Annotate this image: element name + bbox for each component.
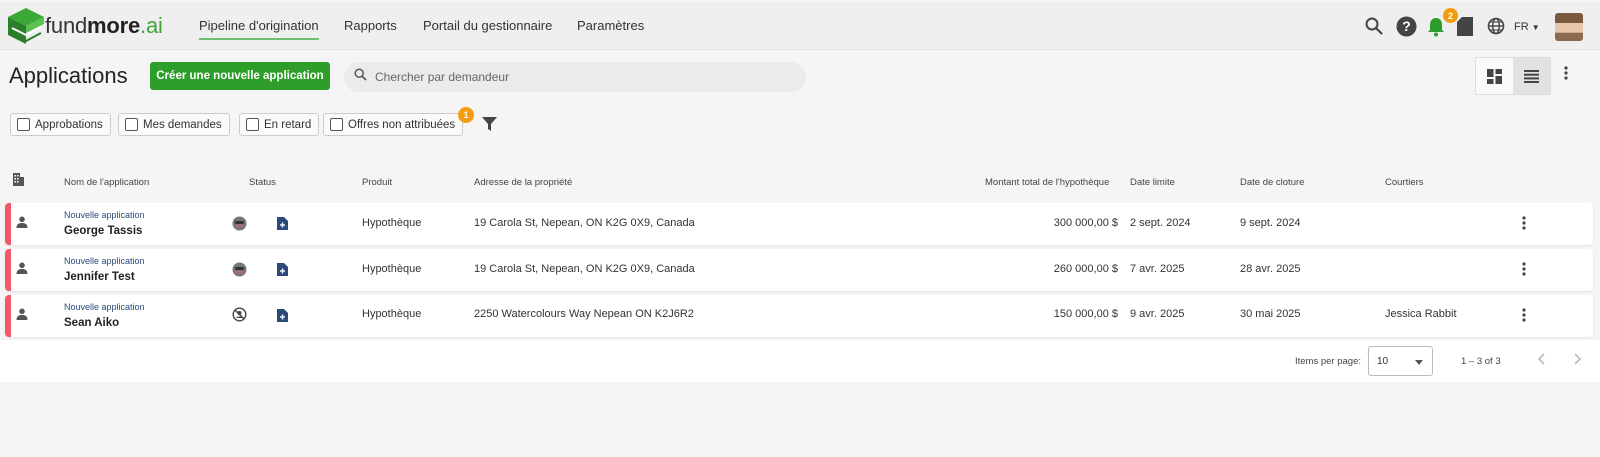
svg-text:?: ? bbox=[1402, 18, 1411, 34]
column-header-closing[interactable]: Date de cloture bbox=[1240, 177, 1304, 188]
top-navigation: fundmore.ai Pipeline d'origination Rappo… bbox=[0, 2, 1600, 50]
document-add-icon[interactable] bbox=[277, 309, 288, 325]
table-row[interactable]: Nouvelle application Sean Aiko Hypothèqu… bbox=[5, 295, 1593, 337]
search-icon[interactable] bbox=[1364, 16, 1384, 36]
filter-count-badge: 1 bbox=[458, 107, 474, 123]
chip-label: Approbations bbox=[35, 118, 103, 131]
closing-date: 28 avr. 2025 bbox=[1240, 263, 1301, 275]
items-per-page-value: 10 bbox=[1377, 356, 1389, 367]
chip-label: Mes demandes bbox=[143, 118, 222, 131]
pagination-range: 1 – 3 of 3 bbox=[1461, 356, 1501, 367]
board-view-icon[interactable] bbox=[1476, 58, 1513, 94]
page-title: Applications bbox=[9, 63, 128, 88]
create-application-button[interactable]: Créer une nouvelle application bbox=[150, 62, 330, 90]
column-header-name[interactable]: Nom de l'application bbox=[64, 177, 149, 188]
person-icon bbox=[16, 216, 28, 231]
row-actions-icon[interactable] bbox=[1522, 216, 1526, 235]
next-page-icon[interactable] bbox=[1573, 352, 1582, 371]
search-bar[interactable] bbox=[344, 62, 806, 92]
property-address: 19 Carola St, Nepean, ON K2G 0X9, Canada bbox=[474, 217, 695, 229]
filter-chip-en-retard[interactable]: En retard bbox=[239, 113, 320, 136]
application-stage: Nouvelle application bbox=[64, 302, 145, 312]
application-name[interactable]: George Tassis bbox=[64, 225, 142, 237]
nav-portail-gestionnaire[interactable]: Portail du gestionnaire bbox=[423, 18, 552, 33]
filter-chip-offres-non-attribuees[interactable]: Offres non attribuées bbox=[323, 113, 464, 136]
row-actions-icon[interactable] bbox=[1522, 262, 1526, 281]
logo-wordmark: fundmore.ai bbox=[45, 13, 163, 38]
chip-label: En retard bbox=[264, 118, 312, 131]
row-actions-icon[interactable] bbox=[1522, 308, 1526, 327]
mortgage-amount: 150 000,00 $ bbox=[1053, 308, 1118, 320]
filter-chip-mes-demandes[interactable]: Mes demandes bbox=[118, 113, 230, 136]
column-header-product[interactable]: Produit bbox=[362, 177, 392, 188]
deadline-date: 9 avr. 2025 bbox=[1130, 308, 1185, 320]
application-stage: Nouvelle application bbox=[64, 210, 145, 220]
column-header-status[interactable]: Status bbox=[249, 177, 276, 188]
deadline-date: 2 sept. 2024 bbox=[1130, 217, 1191, 229]
nav-pipeline[interactable]: Pipeline d'origination bbox=[199, 18, 319, 40]
mortgage-amount: 260 000,00 $ bbox=[1053, 263, 1118, 275]
globe-icon[interactable] bbox=[1487, 17, 1505, 35]
help-icon[interactable]: ? bbox=[1395, 15, 1417, 37]
application-stage: Nouvelle application bbox=[64, 256, 145, 266]
product: Hypothèque bbox=[362, 217, 422, 229]
checkbox[interactable] bbox=[17, 118, 30, 131]
broker: Jessica Rabbit bbox=[1385, 308, 1457, 320]
filter-funnel-icon[interactable] bbox=[482, 117, 497, 136]
search-input[interactable] bbox=[375, 70, 775, 84]
dropdown-arrow-icon bbox=[1415, 360, 1423, 365]
unassigned-icon bbox=[232, 307, 247, 325]
mortgage-amount: 300 000,00 $ bbox=[1053, 217, 1118, 229]
deadline-date: 7 avr. 2025 bbox=[1130, 263, 1185, 275]
more-options-icon[interactable] bbox=[1564, 66, 1568, 85]
chevron-down-icon: ▼ bbox=[1531, 23, 1540, 32]
checkbox[interactable] bbox=[246, 118, 259, 131]
product: Hypothèque bbox=[362, 263, 422, 275]
column-header-address[interactable]: Adresse de la propriété bbox=[474, 177, 572, 188]
language-selector[interactable]: FR ▼ bbox=[1514, 21, 1540, 33]
filter-chip-approbations[interactable]: Approbations bbox=[10, 113, 111, 136]
person-icon bbox=[16, 308, 28, 323]
application-name[interactable]: Jennifer Test bbox=[64, 271, 135, 283]
column-header-amount[interactable]: Montant total de l'hypothèque bbox=[985, 177, 1109, 188]
status-avatar-icon bbox=[232, 262, 247, 280]
nav-rapports[interactable]: Rapports bbox=[344, 18, 397, 33]
product: Hypothèque bbox=[362, 308, 422, 320]
table-row[interactable]: Nouvelle application George Tassis Hypot… bbox=[5, 203, 1593, 245]
column-header-deadline[interactable]: Date limite bbox=[1130, 177, 1175, 188]
closing-date: 30 mai 2025 bbox=[1240, 308, 1301, 320]
status-avatar-icon bbox=[232, 216, 247, 234]
priority-stripe bbox=[5, 203, 11, 245]
view-toggle bbox=[1475, 57, 1551, 95]
document-add-icon[interactable] bbox=[277, 263, 288, 279]
document-add-icon[interactable] bbox=[277, 217, 288, 233]
items-per-page-select[interactable]: 10 bbox=[1368, 346, 1433, 376]
table-row[interactable]: Nouvelle application Jennifer Test Hypot… bbox=[5, 249, 1593, 291]
checkbox[interactable] bbox=[330, 118, 343, 131]
previous-page-icon[interactable] bbox=[1537, 352, 1546, 371]
building-icon bbox=[13, 173, 24, 189]
priority-stripe bbox=[5, 295, 11, 337]
closing-date: 9 sept. 2024 bbox=[1240, 217, 1301, 229]
application-name[interactable]: Sean Aiko bbox=[64, 317, 119, 329]
logo-cube-icon bbox=[8, 8, 44, 44]
chip-label: Offres non attribuées bbox=[348, 118, 456, 131]
items-per-page-label: Items per page: bbox=[1295, 356, 1362, 367]
nav-parametres[interactable]: Paramètres bbox=[577, 18, 644, 33]
property-address: 19 Carola St, Nepean, ON K2G 0X9, Canada bbox=[474, 263, 695, 275]
column-header-brokers[interactable]: Courtiers bbox=[1385, 177, 1424, 188]
person-icon bbox=[16, 262, 28, 277]
priority-stripe bbox=[5, 249, 11, 291]
property-address: 2250 Watercolours Way Nepean ON K2J6R2 bbox=[474, 308, 694, 320]
list-view-icon[interactable] bbox=[1513, 58, 1550, 94]
checkbox[interactable] bbox=[125, 118, 138, 131]
user-avatar[interactable] bbox=[1555, 13, 1583, 41]
fundmore-logo[interactable]: fundmore.ai bbox=[5, 6, 163, 46]
document-icon[interactable] bbox=[1456, 16, 1474, 36]
search-icon bbox=[354, 68, 367, 86]
